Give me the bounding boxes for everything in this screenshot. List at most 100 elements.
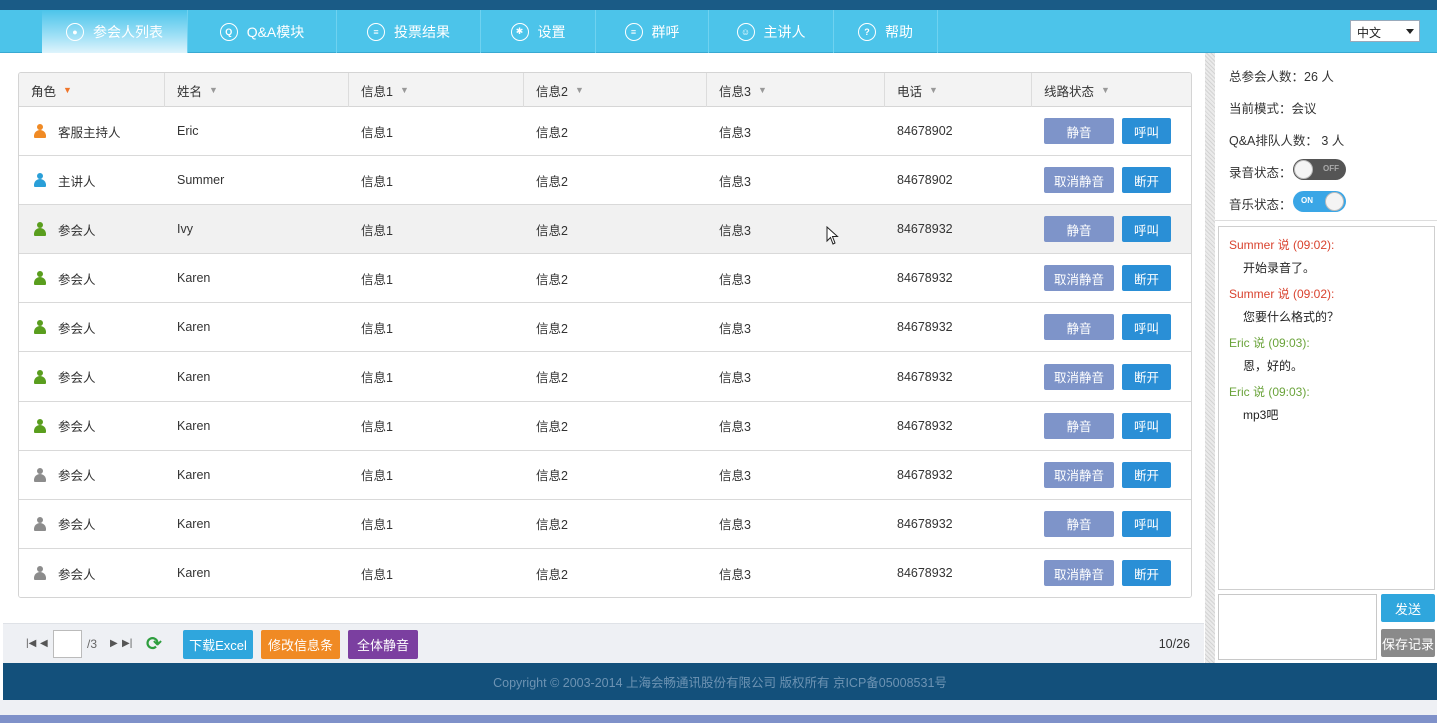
panel-splitter[interactable] — [1205, 53, 1215, 663]
column-header[interactable]: 角色 ▼ — [19, 73, 165, 107]
mute-toggle-button[interactable]: 取消静音 — [1044, 461, 1114, 488]
language-select[interactable]: 中文 — [1350, 20, 1420, 42]
table-row[interactable]: 客服主持人 Eric 信息1 信息2 信息3 84678902 静音 呼叫 — [19, 107, 1191, 157]
record-toggle[interactable]: OFF — [1293, 159, 1346, 180]
info3-cell: 信息3 — [719, 174, 751, 189]
call-action-button[interactable]: 呼叫 — [1122, 216, 1171, 243]
prev-page-icon[interactable]: ◀ — [40, 638, 48, 649]
call-action-button[interactable]: 呼叫 — [1122, 510, 1171, 537]
mute-toggle-button[interactable]: 静音 — [1044, 510, 1114, 537]
sort-arrow-icon[interactable]: ▼ — [758, 85, 767, 95]
side-panel: 总参会人数：26 人 当前模式：会议 Q&A排队人数： 3 人 录音状态： OF… — [1215, 53, 1437, 663]
nav-tabs: ● 参会人列表 Q Q&A模块 ≡ 投票结果 ✱ 设置 ≡ 群呼 ☺ 主讲人? 帮助 — [42, 10, 938, 53]
top-strip — [0, 0, 1437, 10]
call-action-button[interactable]: 呼叫 — [1122, 412, 1171, 439]
tab-0[interactable]: ● 参会人列表 — [42, 10, 188, 53]
role-cell: 参会人 — [19, 549, 165, 597]
name-cell: Karen — [177, 369, 211, 384]
mute-toggle-button[interactable]: 取消静音 — [1044, 167, 1114, 194]
column-header[interactable]: 信息3 ▼ — [707, 73, 885, 107]
tab-4[interactable]: ≡ 群呼 — [596, 10, 709, 53]
info3-cell: 信息3 — [719, 518, 751, 533]
speaker-icon: ☺ — [736, 22, 755, 41]
mute-toggle-button[interactable]: 静音 — [1044, 216, 1114, 243]
table-row[interactable]: 参会人 Karen 信息1 信息2 信息3 84678932 取消静音 断开 — [19, 450, 1191, 500]
mute-toggle-button[interactable]: 静音 — [1044, 412, 1114, 439]
name-cell: Karen — [177, 467, 211, 482]
info3-cell: 信息3 — [719, 223, 751, 238]
table-row[interactable]: 参会人 Karen 信息1 信息2 信息3 84678932 静音 呼叫 — [19, 401, 1191, 451]
role-cell: 参会人 — [19, 500, 165, 548]
mute-toggle-button[interactable]: 取消静音 — [1044, 265, 1114, 292]
tab-label: 群呼 — [651, 23, 680, 40]
record-status-label: 录音状态： — [1229, 166, 1292, 180]
info1-cell: 信息1 — [361, 567, 393, 582]
mute-toggle-button[interactable]: 取消静音 — [1044, 363, 1114, 390]
role-label: 客服主持人 — [58, 125, 121, 140]
table-row[interactable]: 参会人 Karen 信息1 信息2 信息3 84678932 静音 呼叫 — [19, 303, 1191, 353]
chat-message-body: mp3吧 — [1243, 408, 1279, 422]
save-record-button[interactable]: 保存记录 — [1381, 629, 1435, 657]
mute-all-button[interactable]: 全体静音 — [348, 630, 418, 659]
call-action-button[interactable]: 呼叫 — [1122, 314, 1171, 341]
info2-cell: 信息2 — [536, 518, 568, 533]
sort-arrow-icon[interactable]: ▼ — [63, 85, 72, 95]
qa-icon: Q — [219, 22, 238, 41]
column-header[interactable]: 姓名 ▼ — [165, 73, 349, 107]
person-icon — [33, 467, 47, 482]
first-page-icon[interactable]: |◀ — [26, 638, 36, 649]
table-row[interactable]: 参会人 Karen 信息1 信息2 信息3 84678932 取消静音 断开 — [19, 254, 1191, 304]
line-status-cell: 静音 呼叫 — [1032, 500, 1191, 548]
last-page-icon[interactable]: ▶| — [122, 638, 132, 649]
chat-message-header: Eric 说 (09:03): — [1229, 336, 1310, 350]
table-row[interactable]: 参会人 Karen 信息1 信息2 信息3 84678932 静音 呼叫 — [19, 499, 1191, 549]
call-action-button[interactable]: 断开 — [1122, 265, 1171, 292]
table-row[interactable]: 参会人 Karen 信息1 信息2 信息3 84678932 取消静音 断开 — [19, 548, 1191, 597]
phone-cell: 84678932 — [897, 566, 953, 581]
column-header[interactable]: 信息2 ▼ — [524, 73, 707, 107]
mute-toggle-button[interactable]: 取消静音 — [1044, 560, 1114, 587]
column-header[interactable]: 线路状态 ▼ — [1032, 73, 1191, 107]
column-header-label: 信息1 — [361, 84, 393, 99]
sort-arrow-icon[interactable]: ▼ — [1101, 85, 1110, 95]
chat-input[interactable] — [1218, 594, 1377, 660]
sort-arrow-icon[interactable]: ▼ — [209, 85, 218, 95]
music-toggle[interactable]: ON — [1293, 191, 1346, 212]
tab-label: 帮助 — [885, 23, 913, 40]
tab-2[interactable]: ≡ 投票结果 — [337, 10, 481, 53]
table-row[interactable]: 参会人 Karen 信息1 信息2 信息3 84678932 取消静音 断开 — [19, 352, 1191, 402]
tab-1[interactable]: Q Q&A模块 — [188, 10, 337, 53]
call-action-button[interactable]: 断开 — [1122, 461, 1171, 488]
tab-5[interactable]: ☺ 主讲人 — [709, 10, 834, 53]
send-button[interactable]: 发送 — [1381, 594, 1435, 622]
info2-cell: 信息2 — [536, 371, 568, 386]
table-row[interactable]: 参会人 Ivy 信息1 信息2 信息3 84678932 静音 呼叫 — [19, 205, 1191, 255]
list-icon: ≡ — [367, 22, 385, 41]
call-action-button[interactable]: 断开 — [1122, 560, 1171, 587]
next-page-icon[interactable]: ▶ — [110, 638, 118, 649]
table-row[interactable]: 主讲人 Summer 信息1 信息2 信息3 84678902 取消静音 断开 — [19, 156, 1191, 206]
column-header[interactable]: 信息1 ▼ — [349, 73, 524, 107]
info2-cell: 信息2 — [536, 272, 568, 287]
sort-arrow-icon[interactable]: ▼ — [929, 85, 938, 95]
sort-arrow-icon[interactable]: ▼ — [575, 85, 584, 95]
mute-toggle-button[interactable]: 静音 — [1044, 118, 1114, 145]
phone-cell: 84678932 — [897, 516, 953, 531]
chat-log: Summer 说 (09:02): 开始录音了。 Summer 说 (09:02):… — [1218, 226, 1435, 590]
edit-info-button[interactable]: 修改信息条 — [261, 630, 340, 659]
mute-toggle-button[interactable]: 静音 — [1044, 314, 1114, 341]
column-header[interactable]: 电话 ▼ — [885, 73, 1032, 107]
call-action-button[interactable]: 断开 — [1122, 363, 1171, 390]
info1-cell: 信息1 — [361, 371, 393, 386]
call-action-button[interactable]: 呼叫 — [1122, 118, 1171, 145]
toggle-knob — [1294, 160, 1313, 179]
tab-6[interactable]: ? 帮助 — [834, 10, 938, 53]
call-action-button[interactable]: 断开 — [1122, 167, 1171, 194]
role-label: 参会人 — [58, 321, 96, 336]
refresh-icon[interactable]: ⟳ — [146, 633, 162, 656]
download-excel-button[interactable]: 下载Excel — [183, 630, 253, 659]
page-input[interactable] — [53, 630, 82, 658]
tab-3[interactable]: ✱ 设置 — [481, 10, 596, 53]
phone-cell: 84678932 — [897, 222, 953, 237]
sort-arrow-icon[interactable]: ▼ — [400, 85, 409, 95]
